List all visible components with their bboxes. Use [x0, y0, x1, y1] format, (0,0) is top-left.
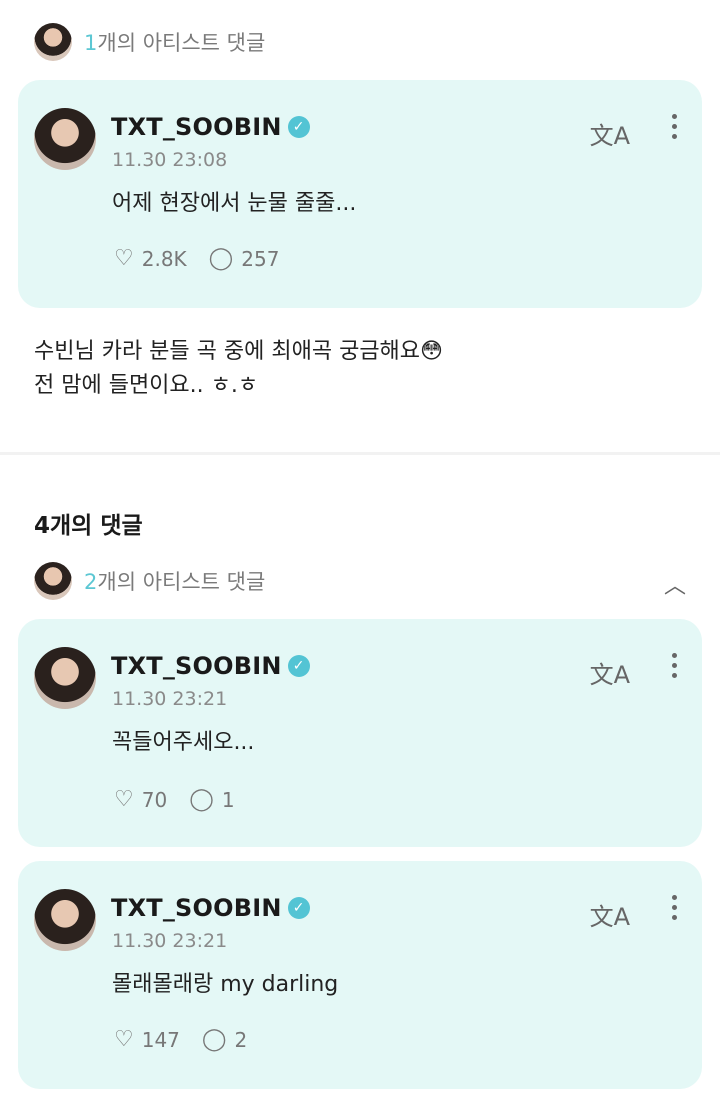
artist-comment-count: 1개의 아티스트 댓글	[84, 31, 266, 55]
timestamp: 11.30 23:21	[112, 688, 228, 710]
avatar	[34, 562, 72, 600]
reply-icon[interactable]: ◯	[202, 1027, 227, 1052]
like-icon[interactable]: ♡	[114, 787, 134, 812]
author-name[interactable]: TXT_SOOBIN ✓	[111, 113, 310, 141]
divider	[0, 452, 720, 455]
reply-count: 1	[221, 787, 235, 812]
verified-badge-icon: ✓	[287, 116, 310, 138]
artist-comment-count: 2개의 아티스트 댓글	[84, 570, 266, 594]
like-icon[interactable]: ♡	[114, 246, 134, 271]
emoji: 😳	[420, 339, 443, 364]
more-options-icon[interactable]	[670, 895, 678, 920]
artist-reply-card: TXT_SOOBIN ✓ 11.30 23:21 몰래몰래랑 my darling…	[18, 861, 702, 1089]
translate-icon[interactable]: 文A	[590, 116, 630, 151]
avatar[interactable]	[34, 889, 96, 951]
timestamp: 11.30 23:21	[112, 930, 228, 952]
verified-badge-icon: ✓	[287, 897, 310, 919]
artist-comment-bar[interactable]: 1개의 아티스트 댓글	[34, 23, 265, 61]
artist-comment-bar[interactable]: 2개의 아티스트 댓글	[34, 562, 265, 600]
verified-badge-icon: ✓	[287, 655, 310, 677]
like-icon[interactable]: ♡	[114, 1027, 134, 1052]
comment-text: 꼭들어주세오...	[112, 730, 255, 755]
artist-reply-card: TXT_SOOBIN ✓ 11.30 23:08 어제 현장에서 눈물 줄줄...…	[18, 80, 702, 308]
chevron-up-icon[interactable]: ︿	[664, 568, 686, 600]
more-options-icon[interactable]	[670, 653, 678, 678]
reply-icon[interactable]: ◯	[209, 246, 234, 271]
like-count: 147	[141, 1027, 180, 1052]
comment-line-2: 전 맘에 들면이요.. ㅎ.ㅎ	[34, 373, 259, 398]
translate-icon[interactable]: 文A	[590, 655, 630, 690]
timestamp: 11.30 23:08	[112, 149, 228, 171]
author-name[interactable]: TXT_SOOBIN ✓	[111, 894, 310, 922]
avatar[interactable]	[34, 647, 96, 709]
avatar	[34, 23, 72, 61]
artist-reply-card: TXT_SOOBIN ✓ 11.30 23:21 꼭들어주세오... 文A ♡ 7…	[18, 619, 702, 847]
more-options-icon[interactable]	[670, 114, 678, 139]
comment-text: 어제 현장에서 눈물 줄줄...	[112, 191, 357, 216]
user-comment: 수빈님 카라 분들 곡 중에 최애곡 궁금해요😳 전 맘에 들면이요.. ㅎ.ㅎ	[34, 335, 443, 403]
reply-count: 2	[234, 1027, 248, 1052]
comments-title: 4개의 댓글	[34, 513, 143, 539]
comment-line-1: 수빈님 카라 분들 곡 중에 최애곡 궁금해요	[34, 339, 421, 364]
stats-row: ♡ 2.8K ◯ 257	[114, 246, 301, 271]
translate-icon[interactable]: 文A	[590, 897, 630, 932]
reply-icon[interactable]: ◯	[189, 787, 214, 812]
like-count: 2.8K	[141, 246, 187, 271]
author-name[interactable]: TXT_SOOBIN ✓	[111, 652, 310, 680]
avatar[interactable]	[34, 108, 96, 170]
stats-row: ♡ 70 ◯ 1	[114, 787, 257, 812]
reply-count: 257	[241, 246, 280, 271]
like-count: 70	[141, 787, 168, 812]
comment-text: 몰래몰래랑 my darling	[112, 972, 339, 997]
stats-row: ♡ 147 ◯ 2	[114, 1027, 269, 1052]
